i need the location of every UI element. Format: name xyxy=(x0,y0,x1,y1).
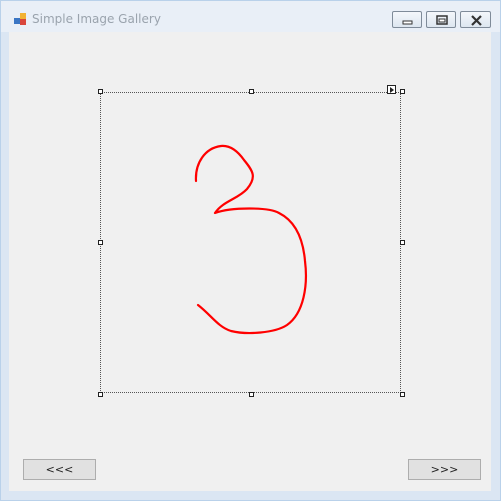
resize-handle-bottom[interactable] xyxy=(249,392,254,397)
window-title: Simple Image Gallery xyxy=(32,12,161,26)
app-icon xyxy=(14,13,26,25)
minimize-icon xyxy=(402,20,413,25)
title-bar[interactable]: Simple Image Gallery xyxy=(1,1,500,32)
resize-handle-top-left[interactable] xyxy=(98,89,103,94)
close-icon xyxy=(471,15,482,26)
client-area: <<< >>> xyxy=(9,32,491,491)
app-window: Simple Image Gallery <<< >>> xyxy=(0,0,501,501)
picture-box[interactable] xyxy=(100,92,401,393)
next-button[interactable]: >>> xyxy=(408,459,481,480)
close-button[interactable] xyxy=(460,11,491,28)
resize-handle-top[interactable] xyxy=(249,89,254,94)
minimize-button[interactable] xyxy=(392,11,422,28)
resize-handle-left[interactable] xyxy=(98,240,103,245)
resize-handle-bottom-right[interactable] xyxy=(400,392,405,397)
smart-tag-arrow-icon[interactable] xyxy=(387,85,396,94)
maximize-icon xyxy=(436,15,448,25)
resize-handle-top-right[interactable] xyxy=(400,89,405,94)
image-digit xyxy=(194,144,307,335)
previous-button[interactable]: <<< xyxy=(23,459,96,480)
maximize-button[interactable] xyxy=(426,11,456,28)
resize-handle-right[interactable] xyxy=(400,240,405,245)
resize-handle-bottom-left[interactable] xyxy=(98,392,103,397)
